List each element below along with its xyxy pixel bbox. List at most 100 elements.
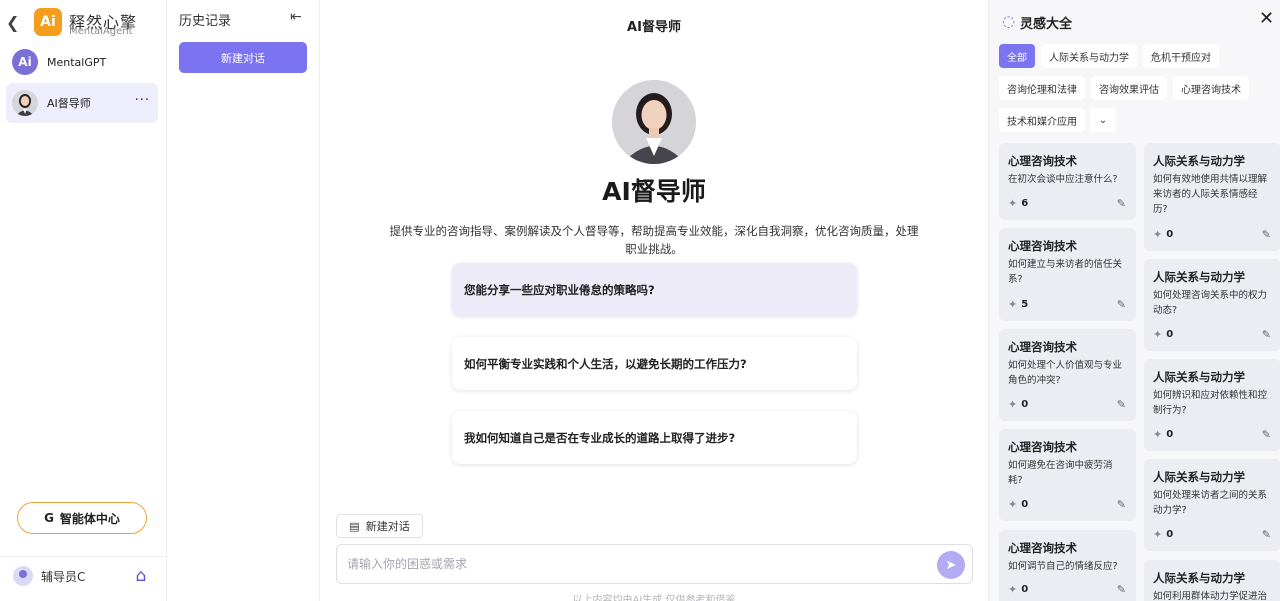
card-category: 心理咨询技术 — [1008, 541, 1077, 555]
spark-icon: ✦ — [1008, 197, 1018, 210]
inspiration-card[interactable]: 心理咨询技术 如何避免在咨询中疲劳消耗? ✦ 0 ✎ — [999, 429, 1136, 521]
card-count: ✦ 0 — [1153, 228, 1174, 241]
card-category: 人际关系与动力学 — [1153, 370, 1245, 384]
edit-icon[interactable]: ✎ — [1117, 398, 1126, 411]
collapse-icon[interactable]: ⇤ — [290, 9, 302, 25]
card-question: 如何处理咨询关系中的权力动态? — [1153, 290, 1268, 316]
card-category: 人际关系与动力学 — [1153, 470, 1245, 484]
card-question: 在初次会谈中应注意什么? — [1008, 174, 1118, 185]
edit-icon[interactable]: ✎ — [1262, 428, 1271, 441]
spark-icon: ✦ — [1008, 583, 1018, 596]
inspiration-card[interactable]: 人际关系与动力学 如何有效地使用共情以理解来访者的人际关系情感经历? ✦ 0 ✎ — [1144, 143, 1280, 251]
inspiration-card[interactable]: 心理咨询技术 如何建立与来访者的信任关系? ✦ 5 ✎ — [999, 228, 1136, 321]
card-category: 心理咨询技术 — [1008, 154, 1077, 168]
home-icon[interactable]: ⌂ — [131, 566, 151, 586]
disclaimer: 以上内容均由AI生成,仅供参考和借鉴 — [572, 595, 736, 601]
card-question: 如何调节自己的情绪反应? — [1008, 561, 1118, 572]
brand-subtitle: MentalAgent — [69, 26, 133, 37]
card-count: ✦ 5 — [1008, 298, 1029, 311]
chip-ethics[interactable]: 咨询伦理和法律 — [999, 76, 1085, 100]
card-question: 如何处理来访者之间的关系动力学? — [1153, 490, 1268, 516]
new-chat-button[interactable]: 新建对话 — [179, 42, 307, 73]
card-category: 心理咨询技术 — [1008, 239, 1077, 253]
user-avatar-icon[interactable] — [13, 566, 33, 586]
chip-interpersonal[interactable]: 人际关系与动力学 — [1041, 44, 1137, 68]
panel-title: 灵感大全 — [1020, 17, 1073, 32]
spark-icon: ✦ — [1153, 328, 1163, 341]
avatar — [12, 90, 38, 116]
edit-icon[interactable]: ✎ — [1117, 298, 1126, 311]
inspiration-card[interactable]: 心理咨询技术 在初次会谈中应注意什么? ✦ 6 ✎ — [999, 143, 1136, 220]
history-panel: 历史记录 ⇤ 新建对话 — [167, 0, 320, 601]
edit-icon[interactable]: ✎ — [1262, 228, 1271, 241]
agent-item-ai-supervisor[interactable]: AI督导师 ··· — [6, 83, 158, 123]
chat-input-box: ➤ — [336, 544, 973, 584]
spark-icon: ✦ — [1153, 428, 1163, 441]
edit-icon[interactable]: ✎ — [1117, 498, 1126, 511]
inspiration-card[interactable]: 人际关系与动力学 如何辨识和应对依赖性和控制行为? ✦ 0 ✎ — [1144, 359, 1280, 451]
chat-main: AI督导师 AI督导师 提供专业的咨询指导、案例解读及个人督导等，帮助提高专业效… — [320, 0, 988, 601]
card-category: 人际关系与动力学 — [1153, 270, 1245, 284]
brand-logo: Ai — [34, 8, 62, 36]
chevron-down-icon[interactable]: ⌄ — [1090, 108, 1116, 132]
spark-icon: ✦ — [1008, 498, 1018, 511]
card-count: ✦ 6 — [1008, 197, 1029, 210]
inspiration-card[interactable]: 人际关系与动力学 如何处理来访者之间的关系动力学? ✦ 0 ✎ — [1144, 459, 1280, 551]
chat-icon: ▤ — [349, 519, 360, 533]
edit-icon[interactable]: ✎ — [1117, 583, 1126, 596]
send-icon[interactable]: ➤ — [937, 551, 965, 579]
agent-center-icon: G — [44, 511, 54, 525]
card-count: ✦ 0 — [1008, 583, 1029, 596]
history-title: 历史记录 — [179, 14, 232, 29]
card-count: ✦ 0 — [1008, 498, 1029, 511]
chip-evaluation[interactable]: 咨询效果评估 — [1091, 76, 1167, 100]
chip-all[interactable]: 全部 — [999, 44, 1035, 68]
card-category: 人际关系与动力学 — [1153, 154, 1245, 168]
card-count: ✦ 0 — [1153, 328, 1174, 341]
inspiration-card[interactable]: 心理咨询技术 如何处理个人价值观与专业角色的冲突? ✦ 0 ✎ — [999, 329, 1136, 421]
supervisor-avatar — [612, 80, 696, 164]
inspiration-card[interactable]: 人际关系与动力学 如何利用群体动力学促进治 — [1144, 560, 1280, 601]
spark-icon: ✦ — [1008, 298, 1018, 311]
agent-label: MentalGPT — [47, 55, 107, 69]
card-category: 人际关系与动力学 — [1153, 571, 1245, 585]
user-name: 辅导员C — [41, 570, 86, 584]
spark-icon: ✦ — [1008, 398, 1018, 411]
user-footer: 辅导员C ⌂ — [0, 556, 166, 601]
new-chat-small-label: 新建对话 — [365, 520, 410, 533]
card-question: 如何处理个人价值观与专业角色的冲突? — [1008, 360, 1123, 386]
card-category: 心理咨询技术 — [1008, 340, 1077, 354]
agent-item-mentalgpt[interactable]: Ai MentalGPT — [6, 42, 158, 82]
agent-label: AI督导师 — [47, 97, 91, 110]
card-count: ✦ 0 — [1153, 428, 1174, 441]
chip-counseling-tech[interactable]: 心理咨询技术 — [1173, 76, 1249, 100]
inspiration-card[interactable]: 心理咨询技术 如何调节自己的情绪反应? ✦ 0 ✎ — [999, 530, 1136, 601]
close-icon[interactable]: ✕ — [1259, 10, 1274, 28]
agent-center-label: 智能体中心 — [59, 511, 120, 526]
back-arrow-icon[interactable]: ❮ — [6, 14, 22, 32]
new-chat-small-button[interactable]: ▤ 新建对话 — [336, 514, 423, 538]
card-category: 心理咨询技术 — [1008, 440, 1077, 454]
chat-input[interactable] — [347, 545, 927, 583]
chip-media[interactable]: 技术和媒介应用 — [999, 108, 1085, 132]
hero-description: 提供专业的咨询指导、案例解读及个人督导等，帮助提高专业效能，深化自我洞察，优化咨… — [389, 224, 919, 256]
card-count: ✦ 0 — [1153, 528, 1174, 541]
suggestion-card[interactable]: 如何平衡专业实践和个人生活，以避免长期的工作压力? — [452, 337, 857, 390]
spark-icon: ✦ — [1153, 528, 1163, 541]
spark-icon: ✦ — [1153, 228, 1163, 241]
agent-center-button[interactable]: G 智能体中心 — [17, 502, 147, 534]
edit-icon[interactable]: ✎ — [1262, 328, 1271, 341]
app-sidebar: ❮ Ai 释然心擎 MentalAgent Ai MentalGPT AI督导师… — [0, 0, 167, 601]
suggestion-card[interactable]: 您能分享一些应对职业倦怠的策略吗? — [452, 263, 857, 316]
edit-icon[interactable]: ✎ — [1117, 197, 1126, 210]
hero-title: AI督导师 — [602, 177, 706, 206]
card-count: ✦ 0 — [1008, 398, 1029, 411]
edit-icon[interactable]: ✎ — [1262, 528, 1271, 541]
card-question: 如何有效地使用共情以理解来访者的人际关系情感经历? — [1153, 174, 1268, 215]
more-icon[interactable]: ··· — [135, 93, 150, 108]
inspiration-card[interactable]: 人际关系与动力学 如何处理咨询关系中的权力动态? ✦ 0 ✎ — [1144, 259, 1280, 351]
card-question: 如何建立与来访者的信任关系? — [1008, 259, 1123, 285]
chip-crisis[interactable]: 危机干预应对 — [1143, 44, 1219, 68]
card-question: 如何利用群体动力学促进治 — [1153, 591, 1268, 601]
suggestion-card[interactable]: 我如何知道自己是否在专业成长的道路上取得了进步? — [452, 411, 857, 464]
